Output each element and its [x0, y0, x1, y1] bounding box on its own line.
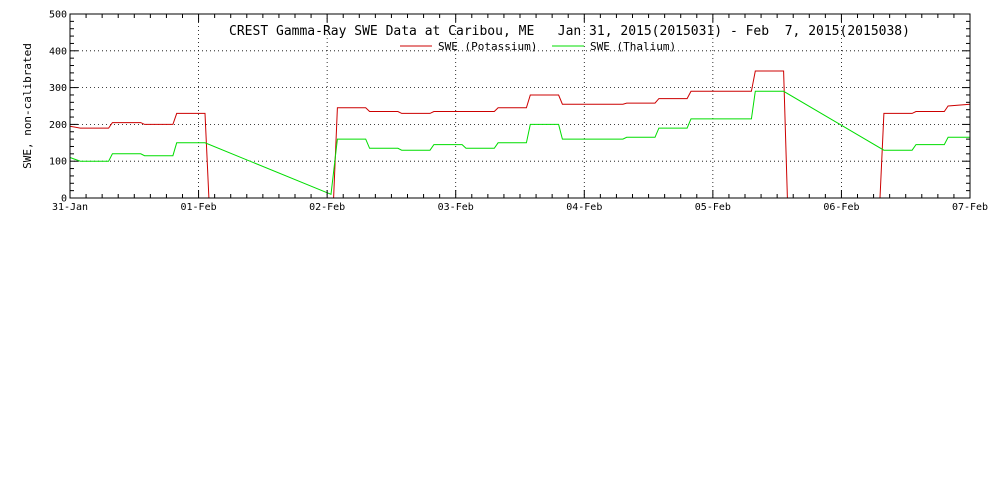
chart-canvas: 010020030040050031-Jan 01-Feb 02-Feb 03-Feb… [21, 10, 988, 214]
y-tick-label: 100 [49, 157, 67, 168]
y-tick-label: 300 [49, 83, 67, 94]
x-tick-label: 06-Feb [823, 202, 859, 213]
x-tick-label: 31-Jan [52, 202, 88, 213]
y-tick-label: 400 [49, 46, 67, 57]
x-tick-label: 07-Feb [952, 202, 988, 213]
y-axis-label: SWE, non-calibrated [21, 43, 34, 169]
x-tick-label: 05-Feb [695, 202, 731, 213]
x-tick-label: 01-Feb [181, 202, 217, 213]
series-line-potassium [69, 70, 971, 199]
series-line-thalium [69, 90, 970, 196]
x-tick-label: 04-Feb [566, 202, 602, 213]
legend-label: SWE (Thalium) [590, 40, 676, 53]
chart-title: CREST Gamma-Ray SWE Data at Caribou, ME … [229, 24, 910, 39]
y-tick-label: 200 [49, 120, 67, 131]
y-tick-label: 500 [49, 10, 67, 21]
x-tick-label: 03-Feb [438, 202, 474, 213]
x-tick-label: 02-Feb [309, 202, 345, 213]
series-layer [69, 70, 971, 199]
legend-label: SWE (Potassium) [438, 40, 537, 53]
